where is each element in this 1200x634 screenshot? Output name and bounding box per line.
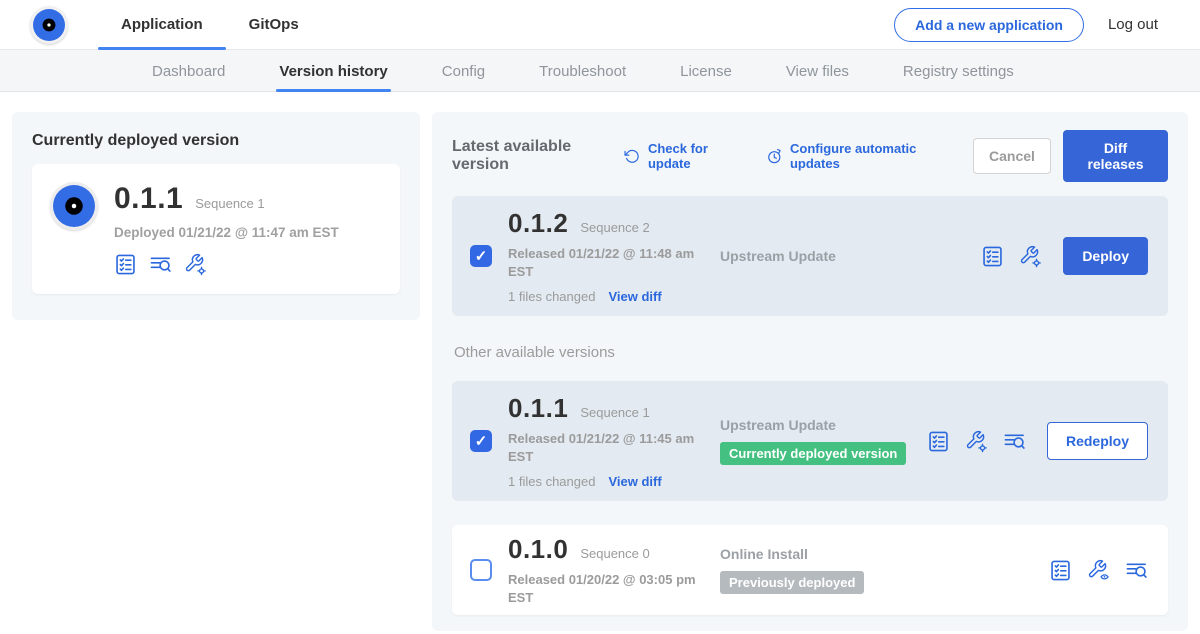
sequence-label: Sequence 2 — [580, 220, 649, 235]
edit-config-icon[interactable] — [184, 253, 207, 276]
cancel-button[interactable]: Cancel — [973, 138, 1051, 174]
previously-deployed-badge: Previously deployed — [720, 571, 864, 594]
check-for-update-label: Check for update — [648, 141, 740, 171]
tab-gitops[interactable]: GitOps — [226, 0, 322, 50]
version-checkbox[interactable]: ✓ — [470, 430, 492, 452]
version-row-0-1-0: 0.1.0 Sequence 0 Released 01/20/22 @ 03:… — [452, 525, 1168, 615]
released-timestamp: Released 01/21/22 @ 11:48 am EST — [508, 245, 708, 280]
source-label: Online Install — [720, 546, 1049, 562]
version-info: 0.1.1 Sequence 1 Released 01/21/22 @ 11:… — [508, 393, 720, 488]
app-sub-nav: Dashboard Version history Config Trouble… — [0, 50, 1200, 92]
top-nav-tabs: Application GitOps — [98, 0, 322, 50]
version-source: Upstream Update Currently deployed versi… — [720, 417, 927, 465]
subnav-tab-view-files[interactable]: View files — [759, 50, 876, 92]
preflight-checks-icon[interactable] — [114, 253, 137, 276]
edit-config-icon[interactable] — [1019, 245, 1042, 268]
subnav-tab-registry-settings[interactable]: Registry settings — [876, 50, 1041, 92]
edit-config-icon[interactable] — [965, 430, 988, 453]
version-source: Upstream Update — [720, 248, 981, 264]
version-row-0-1-1: ✓ 0.1.1 Sequence 1 Released 01/21/22 @ 1… — [452, 381, 1168, 501]
deploy-logs-icon[interactable] — [1125, 559, 1148, 582]
logout-link[interactable]: Log out — [1108, 16, 1158, 33]
configure-automatic-updates-link[interactable]: Configure automatic updates — [766, 141, 947, 171]
subnav-tab-dashboard[interactable]: Dashboard — [125, 50, 252, 92]
deployed-sequence-label: Sequence 1 — [195, 196, 264, 211]
source-label: Upstream Update — [720, 248, 981, 264]
main-content: Currently deployed version 0.1.1 Sequenc… — [0, 92, 1200, 634]
version-info: 0.1.2 Sequence 2 Released 01/21/22 @ 11:… — [508, 208, 720, 303]
deploy-logs-icon[interactable] — [1003, 430, 1026, 453]
configure-automatic-updates-label: Configure automatic updates — [790, 141, 947, 171]
redeploy-button[interactable]: Redeploy — [1047, 422, 1148, 460]
version-number: 0.1.2 — [508, 208, 568, 239]
version-actions — [1049, 559, 1148, 582]
deploy-button[interactable]: Deploy — [1063, 237, 1148, 275]
preflight-checks-icon[interactable] — [981, 245, 1004, 268]
version-number: 0.1.0 — [508, 534, 568, 565]
tab-application[interactable]: Application — [98, 0, 226, 50]
version-checkbox[interactable] — [470, 559, 492, 581]
files-changed-label: 1 files changed — [508, 474, 595, 489]
sequence-label: Sequence 0 — [580, 546, 649, 561]
kubernetes-logo-icon — [33, 9, 65, 41]
app-logo — [30, 6, 68, 44]
version-row-0-1-2: ✓ 0.1.2 Sequence 2 Released 01/21/22 @ 1… — [452, 196, 1168, 316]
deployed-version-card: 0.1.1 Sequence 1 Deployed 01/21/22 @ 11:… — [32, 164, 400, 294]
currently-deployed-panel: Currently deployed version 0.1.1 Sequenc… — [12, 112, 420, 320]
top-nav: Application GitOps Add a new application… — [0, 0, 1200, 50]
released-timestamp: Released 01/20/22 @ 03:05 pm EST — [508, 571, 708, 606]
latest-available-title: Latest available version — [452, 138, 610, 174]
other-available-versions-heading: Other available versions — [454, 344, 1168, 361]
deploy-logs-icon[interactable] — [149, 253, 172, 276]
kubernetes-logo-icon — [53, 185, 95, 227]
files-changed-label: 1 files changed — [508, 289, 595, 304]
version-actions: Redeploy — [927, 422, 1148, 460]
currently-deployed-title: Currently deployed version — [32, 132, 400, 150]
subnav-tab-version-history[interactable]: Version history — [252, 50, 414, 92]
check-for-update-link[interactable]: Check for update — [624, 141, 740, 171]
available-header: Latest available version Check for updat… — [452, 130, 1168, 182]
diff-releases-button[interactable]: Diff releases — [1063, 130, 1168, 182]
version-info: 0.1.0 Sequence 0 Released 01/20/22 @ 03:… — [508, 534, 720, 606]
version-source: Online Install Previously deployed — [720, 546, 1049, 594]
subnav-tab-license[interactable]: License — [653, 50, 759, 92]
deployed-version-details: 0.1.1 Sequence 1 Deployed 01/21/22 @ 11:… — [114, 182, 339, 276]
deployed-timestamp: Deployed 01/21/22 @ 11:47 am EST — [114, 225, 339, 240]
currently-deployed-badge: Currently deployed version — [720, 442, 906, 465]
view-diff-link[interactable]: View diff — [608, 289, 661, 304]
released-timestamp: Released 01/21/22 @ 11:45 am EST — [508, 430, 708, 465]
deployed-version-number: 0.1.1 — [114, 182, 183, 216]
add-new-application-button[interactable]: Add a new application — [894, 8, 1084, 42]
refresh-icon — [624, 147, 641, 166]
view-config-icon[interactable] — [1087, 559, 1110, 582]
version-number: 0.1.1 — [508, 393, 568, 424]
view-diff-link[interactable]: View diff — [608, 474, 661, 489]
preflight-checks-icon[interactable] — [1049, 559, 1072, 582]
version-actions: Deploy — [981, 237, 1148, 275]
preflight-checks-icon[interactable] — [927, 430, 950, 453]
version-checkbox[interactable]: ✓ — [470, 245, 492, 267]
subnav-tab-config[interactable]: Config — [415, 50, 512, 92]
source-label: Upstream Update — [720, 417, 927, 433]
sequence-label: Sequence 1 — [580, 405, 649, 420]
subnav-tab-troubleshoot[interactable]: Troubleshoot — [512, 50, 653, 92]
deployed-app-logo — [50, 182, 98, 230]
available-versions-panel: Latest available version Check for updat… — [432, 112, 1188, 631]
schedule-clock-icon — [766, 147, 783, 166]
